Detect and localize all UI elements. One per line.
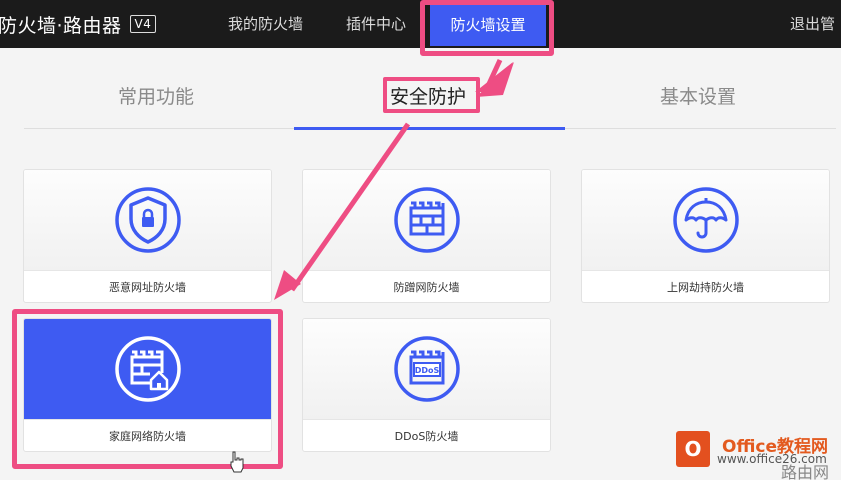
hand-cursor-icon [230,451,244,473]
arrow-to-tab [475,58,514,97]
office-logo-icon: O [676,431,710,467]
annotation-arrows [274,58,514,300]
arrow-to-card [274,122,411,300]
watermark-cn: 路由网 [781,463,830,480]
